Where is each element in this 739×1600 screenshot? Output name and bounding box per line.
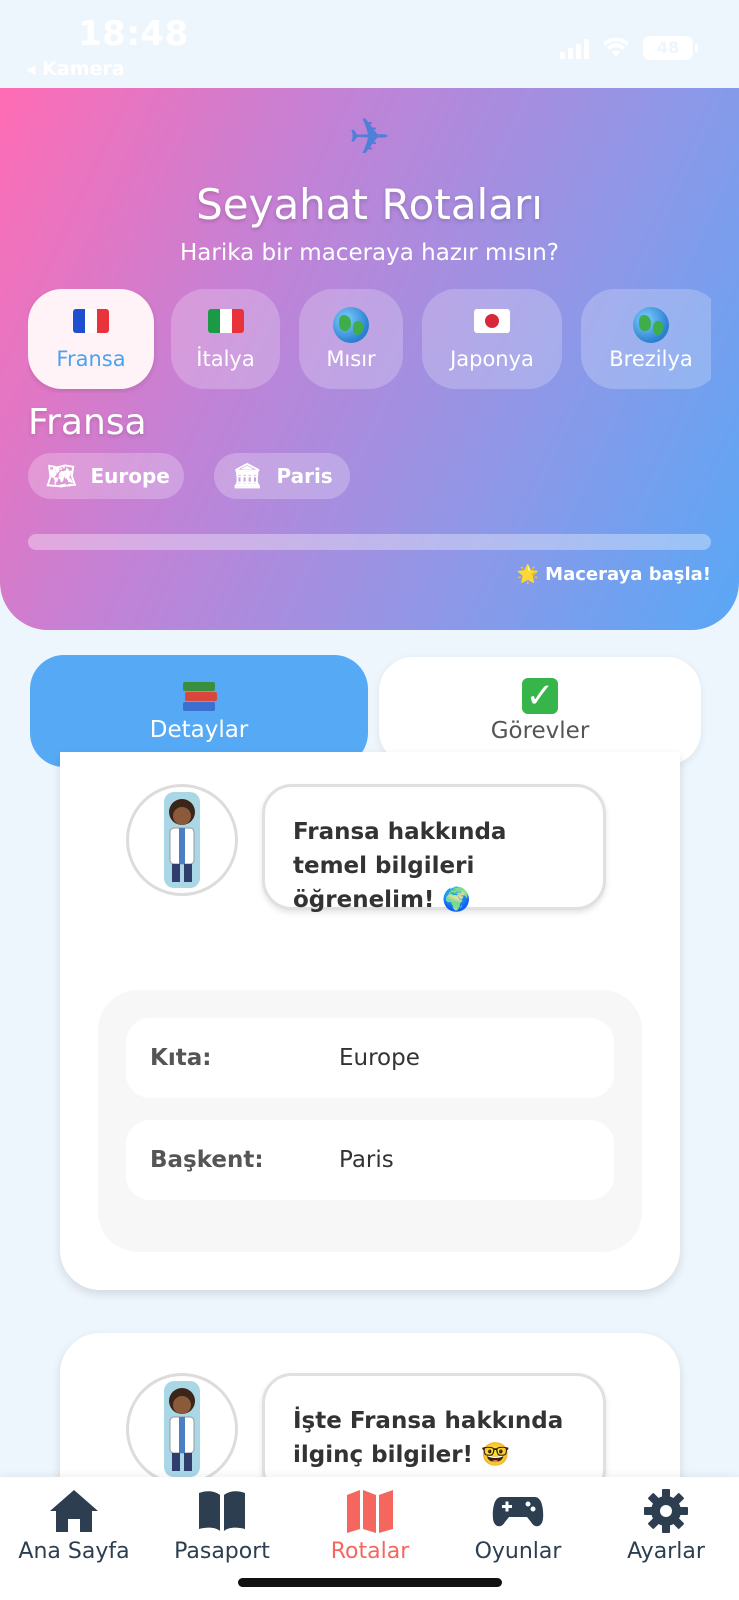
tab-tasks-label: Görevler [490,718,590,744]
selected-country-name: Fransa [28,402,147,443]
country-selector: Fransa İtalya Mısır Japonya Brezilya [28,289,711,393]
basics-card: Fransa hakkında temel bilgileri öğreneli… [60,752,680,1290]
fact-row-capital: Başkent: Paris [126,1120,614,1200]
country-chip-france[interactable]: Fransa [28,289,154,389]
books-icon [181,679,217,713]
status-icons: 48 [560,36,698,60]
fact-value: Paris [339,1147,394,1173]
fact-row-continent: Kıta: Europe [126,1018,614,1098]
cellular-signal-icon [560,37,589,59]
globe-icon [633,307,669,343]
nav-item-label: Oyunlar [474,1539,562,1564]
back-to-camera-link[interactable]: ◂ Kamera [26,58,125,80]
france-flag-icon [73,309,109,333]
nav-item-routes[interactable]: Rotalar [296,1487,444,1577]
country-chip-japan[interactable]: Japonya [422,289,562,389]
globe-icon [333,307,369,343]
fact-label: Kıta: [150,1045,212,1071]
classical-building-icon: 🏛 [232,462,263,490]
capital-pill-label: Paris [276,464,333,488]
nav-item-label: Ayarlar [627,1539,705,1564]
country-chip-label: Japonya [450,347,534,371]
country-chip-label: Brezilya [609,347,693,371]
nav-item-label: Pasaport [174,1539,270,1564]
hero-header: ✈ Seyahat Rotaları Harika bir maceraya h… [0,88,739,630]
fact-label: Başkent: [150,1147,264,1173]
tab-tasks[interactable]: ✓ Görevler [379,657,701,765]
battery-icon: 48 [643,36,698,60]
gear-icon [644,1489,688,1533]
home-icon [50,1490,98,1532]
speech-bubble: Fransa hakkında temel bilgileri öğreneli… [262,784,606,913]
adventure-progress-bar [28,534,711,550]
world-map-icon: 🗺 [46,462,77,490]
country-chip-italy[interactable]: İtalya [171,289,280,389]
start-adventure-link[interactable]: 🌟 Maceraya başla! [516,564,711,585]
japan-flag-icon [474,309,510,333]
nav-item-settings[interactable]: Ayarlar [592,1487,739,1577]
scientist-avatar-icon [164,792,200,888]
airplane-icon: ✈ [348,108,391,166]
scientist-avatar-icon [164,1381,200,1477]
scientist-avatar [126,784,238,896]
home-indicator[interactable] [238,1578,502,1587]
continent-pill-label: Europe [90,464,170,488]
country-chip-brazil[interactable]: Brezilya [581,289,711,389]
nav-item-label: Ana Sayfa [18,1539,130,1564]
status-bar: 18:48 ◂ Kamera 48 [0,0,739,88]
nav-item-games[interactable]: Oyunlar [444,1487,592,1577]
capital-pill: 🏛 Paris [214,453,350,499]
page-subtitle: Harika bir maceraya hazır mısın? [179,240,560,266]
country-chip-label: Mısır [326,347,376,371]
gamepad-icon [492,1497,544,1527]
nav-item-passport[interactable]: Pasaport [148,1487,296,1577]
facts-box: Kıta: Europe Başkent: Paris [98,990,642,1252]
scientist-avatar [126,1373,238,1485]
fact-value: Europe [339,1045,420,1071]
tab-details-label: Detaylar [149,717,249,743]
nav-item-label: Rotalar [330,1539,410,1564]
country-chip-label: İtalya [196,347,255,371]
check-mark-icon: ✓ [522,678,558,714]
continent-pill: 🗺 Europe [28,453,184,499]
map-icon [347,1490,393,1533]
country-chip-egypt[interactable]: Mısır [299,289,403,389]
book-icon [199,1491,245,1531]
tab-details[interactable]: Detaylar [30,655,368,767]
status-time: 18:48 [78,14,189,54]
wifi-icon [603,38,629,57]
country-chip-label: Fransa [56,347,126,371]
italy-flag-icon [207,309,244,333]
page-title: Seyahat Rotaları [196,180,543,229]
nav-item-home[interactable]: Ana Sayfa [0,1487,148,1577]
